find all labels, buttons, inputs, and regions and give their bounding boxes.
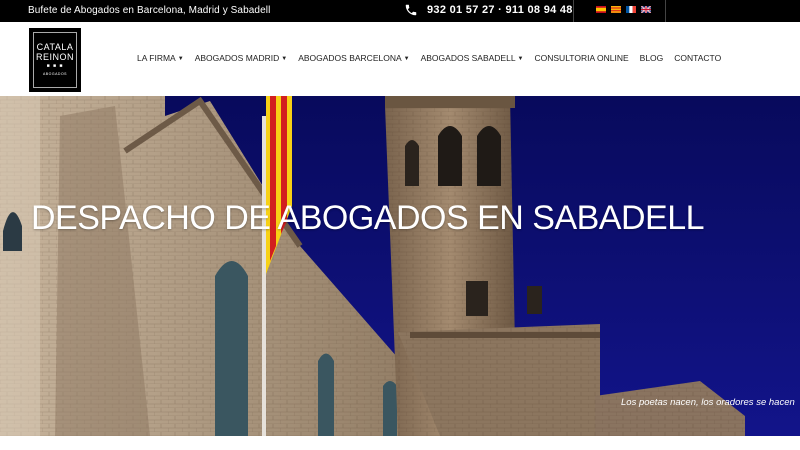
site-logo[interactable]: CATALA REINON ■ ■ ■ ABOGADOS: [29, 28, 81, 92]
tagline: Bufete de Abogados en Barcelona, Madrid …: [28, 5, 271, 16]
logo-line-3: ABOGADOS: [42, 72, 68, 76]
hero-quote: Los poetas nacen, los oradores se hacen: [621, 397, 795, 408]
nav-item-blog[interactable]: BLOG: [640, 53, 664, 63]
page-bottom-strip: [0, 436, 800, 450]
phone-contact[interactable]: 932 01 57 27 · 911 08 94 48: [404, 3, 573, 17]
hero-banner: DESPACHO DE ABOGADOS EN SABADELL Los poe…: [0, 96, 800, 436]
nav-label: CONSULTORIA ONLINE: [534, 53, 629, 63]
nav-item-contacto[interactable]: CONTACTO: [674, 53, 721, 63]
hero-background-image: [0, 96, 800, 436]
chevron-down-icon: ▼: [517, 56, 524, 62]
flag-ca-icon[interactable]: [611, 6, 621, 13]
site-header: CATALA REINON ■ ■ ■ ABOGADOS LA FIRMA ▼ A…: [0, 22, 800, 96]
hero-title: DESPACHO DE ABOGADOS EN SABADELL: [31, 199, 705, 237]
logo-stars: ■ ■ ■: [46, 63, 64, 69]
logo-line-1: CATALA: [36, 42, 74, 52]
nav-item-abogados-barcelona[interactable]: ABOGADOS BARCELONA ▼: [298, 53, 409, 63]
nav-label: LA FIRMA: [137, 53, 176, 63]
chevron-down-icon: ▼: [177, 56, 184, 62]
flag-es-icon[interactable]: [596, 6, 606, 13]
flag-en-icon[interactable]: [641, 6, 651, 13]
chevron-down-icon: ▼: [403, 56, 410, 62]
nav-item-la-firma[interactable]: LA FIRMA ▼: [137, 53, 184, 63]
language-switcher: [596, 6, 651, 13]
flag-fr-icon[interactable]: [626, 6, 636, 13]
main-nav: LA FIRMA ▼ ABOGADOS MADRID ▼ ABOGADOS BARC…: [137, 53, 732, 63]
top-bar: Bufete de Abogados en Barcelona, Madrid …: [0, 0, 800, 22]
nav-item-abogados-sabadell[interactable]: ABOGADOS SABADELL ▼: [421, 53, 524, 63]
nav-label: ABOGADOS SABADELL: [420, 53, 516, 63]
phone-icon: [405, 4, 417, 16]
phone-numbers[interactable]: 932 01 57 27 · 911 08 94 48: [427, 4, 573, 16]
nav-label: BLOG: [639, 53, 664, 63]
nav-item-abogados-madrid[interactable]: ABOGADOS MADRID ▼: [195, 53, 288, 63]
logo-line-2: REINON: [35, 52, 74, 62]
nav-item-consultoria-online[interactable]: CONSULTORIA ONLINE: [535, 53, 629, 63]
nav-label: CONTACTO: [674, 53, 722, 63]
divider: [665, 0, 666, 22]
divider: [573, 0, 574, 22]
nav-label: ABOGADOS MADRID: [194, 53, 280, 63]
chevron-down-icon: ▼: [281, 56, 288, 62]
nav-label: ABOGADOS BARCELONA: [298, 53, 402, 63]
